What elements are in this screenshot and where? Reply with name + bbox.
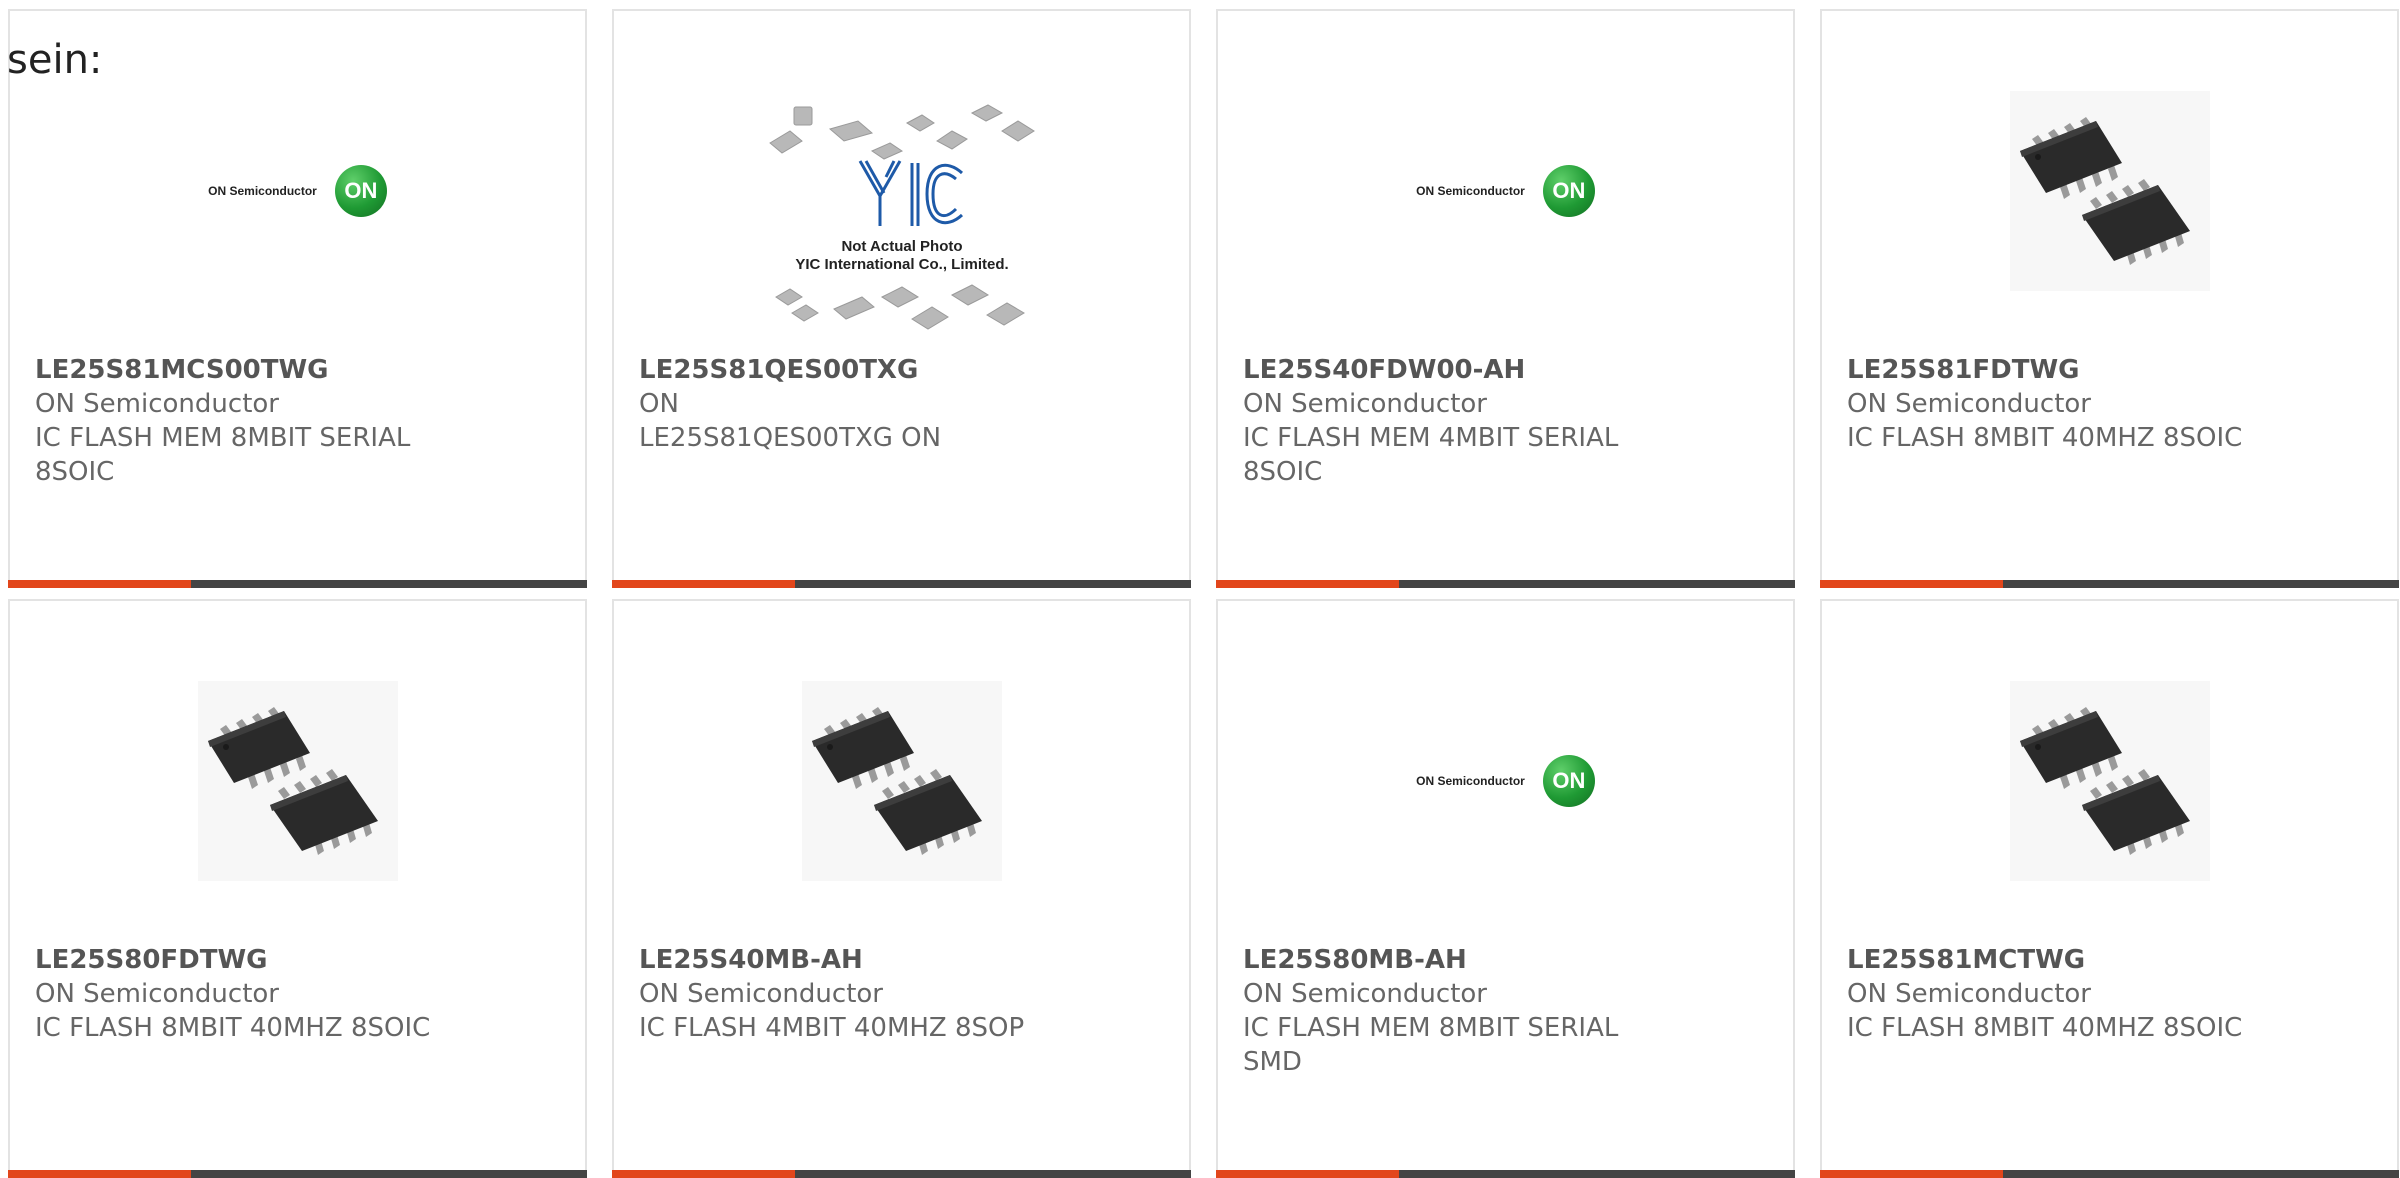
product-info: LE25S81FDTWG ON Semiconductor IC FLASH 8… [1847,353,2267,455]
card-bottom-bar [1820,1170,2399,1178]
product-card[interactable]: LE25S40MB-AH ON Semiconductor IC FLASH 4… [612,599,1191,1178]
card-accent [612,1170,795,1178]
product-thumbnail [2000,81,2220,301]
manufacturer: ON Semiconductor [1847,979,2091,1009]
part-number-link[interactable]: LE25S81FDTWG [1847,353,2267,387]
card-accent [8,1170,191,1178]
manufacturer: ON [639,389,679,419]
product-thumbnail [188,671,408,891]
product-thumbnail: Not Actual Photo YIC International Co., … [762,101,1042,341]
product-card[interactable]: ON Semiconductor ON LE25S81MCS00TWG ON S… [8,9,587,588]
soic-chip-image [197,681,398,881]
description-line: IC FLASH 8MBIT 40MHZ 8SOIC [1847,1013,2243,1043]
product-thumbnail: ON Semiconductor ON [1396,81,1616,301]
description-line: IC FLASH MEM 8MBIT SERIAL [35,423,411,453]
description-line: SMD [1243,1047,1302,1077]
product-card[interactable]: ON Semiconductor ON LE25S40FDW00-AH ON S… [1216,9,1795,588]
part-number-link[interactable]: LE25S80MB-AH [1243,943,1663,977]
on-badge-icon: ON [1542,165,1595,217]
product-thumbnail: ON Semiconductor ON [188,81,408,301]
product-card[interactable]: LE25S80FDTWG ON Semiconductor IC FLASH 8… [8,599,587,1178]
logo-text: ON Semiconductor [208,184,317,198]
card-accent [8,580,191,588]
card-accent [1820,1170,2003,1178]
on-semiconductor-logo: ON Semiconductor ON [1416,165,1595,217]
card-bottom-bar [8,1170,587,1178]
description-line: 8SOIC [1243,457,1323,487]
card-accent [1216,1170,1399,1178]
card-accent [1820,580,2003,588]
description-line: LE25S81QES00TXG ON [639,423,942,453]
manufacturer: ON Semiconductor [1847,389,2091,419]
soic-chip-image [801,681,1002,881]
part-number-link[interactable]: LE25S40MB-AH [639,943,1059,977]
product-info: LE25S40MB-AH ON Semiconductor IC FLASH 4… [639,943,1059,1045]
product-info: LE25S81MCTWG ON Semiconductor IC FLASH 8… [1847,943,2267,1045]
card-bottom-bar [612,580,1191,588]
product-info: LE25S81QES00TXG ON LE25S81QES00TXG ON [639,353,1059,455]
product-card[interactable]: ON Semiconductor ON LE25S80MB-AH ON Semi… [1216,599,1795,1178]
description-line: IC FLASH MEM 4MBIT SERIAL [1243,423,1619,453]
product-card[interactable]: Not Actual Photo YIC International Co., … [612,9,1191,588]
yic-caption-line1: Not Actual Photo [841,238,962,255]
card-accent [612,580,795,588]
yic-placeholder-image: Not Actual Photo YIC International Co., … [768,104,1035,330]
card-bottom-bar [612,1170,1191,1178]
part-number-link[interactable]: LE25S81MCTWG [1847,943,2267,977]
card-accent [1216,580,1399,588]
description-line: IC FLASH 4MBIT 40MHZ 8SOP [639,1013,1025,1043]
description-line: 8SOIC [35,457,115,487]
card-bottom-bar [1216,1170,1795,1178]
product-card[interactable]: LE25S81FDTWG ON Semiconductor IC FLASH 8… [1820,9,2399,588]
manufacturer: ON Semiconductor [1243,389,1487,419]
part-number-link[interactable]: LE25S40FDW00-AH [1243,353,1663,387]
description-line: IC FLASH 8MBIT 40MHZ 8SOIC [1847,423,2243,453]
product-grid: ON Semiconductor ON LE25S81MCS00TWG ON S… [8,9,2400,1178]
section-heading: sein: [7,37,103,83]
yic-caption-line2: YIC International Co., Limited. [795,256,1008,273]
on-semiconductor-logo: ON Semiconductor ON [208,165,387,217]
card-bottom-bar [8,580,587,588]
description-line: IC FLASH 8MBIT 40MHZ 8SOIC [35,1013,431,1043]
manufacturer: ON Semiconductor [1243,979,1487,1009]
product-card[interactable]: LE25S81MCTWG ON Semiconductor IC FLASH 8… [1820,599,2399,1178]
on-semiconductor-logo: ON Semiconductor ON [1416,755,1595,807]
product-info: LE25S80MB-AH ON Semiconductor IC FLASH M… [1243,943,1663,1079]
product-thumbnail [792,671,1012,891]
part-number-link[interactable]: LE25S81MCS00TWG [35,353,455,387]
manufacturer: ON Semiconductor [35,979,279,1009]
product-info: LE25S40FDW00-AH ON Semiconductor IC FLAS… [1243,353,1663,489]
product-thumbnail [2000,671,2220,891]
manufacturer: ON Semiconductor [35,389,279,419]
part-number-link[interactable]: LE25S80FDTWG [35,943,455,977]
logo-text: ON Semiconductor [1416,774,1525,788]
product-thumbnail: ON Semiconductor ON [1396,671,1616,891]
description-line: IC FLASH MEM 8MBIT SERIAL [1243,1013,1619,1043]
part-number-link[interactable]: LE25S81QES00TXG [639,353,1059,387]
soic-chip-image [2009,681,2210,881]
on-badge-icon: ON [1542,755,1595,807]
logo-text: ON Semiconductor [1416,184,1525,198]
product-info: LE25S80FDTWG ON Semiconductor IC FLASH 8… [35,943,455,1045]
product-info: LE25S81MCS00TWG ON Semiconductor IC FLAS… [35,353,455,489]
on-badge-icon: ON [334,165,387,217]
card-bottom-bar [1216,580,1795,588]
soic-chip-image [2009,91,2210,291]
card-bottom-bar [1820,580,2399,588]
manufacturer: ON Semiconductor [639,979,883,1009]
